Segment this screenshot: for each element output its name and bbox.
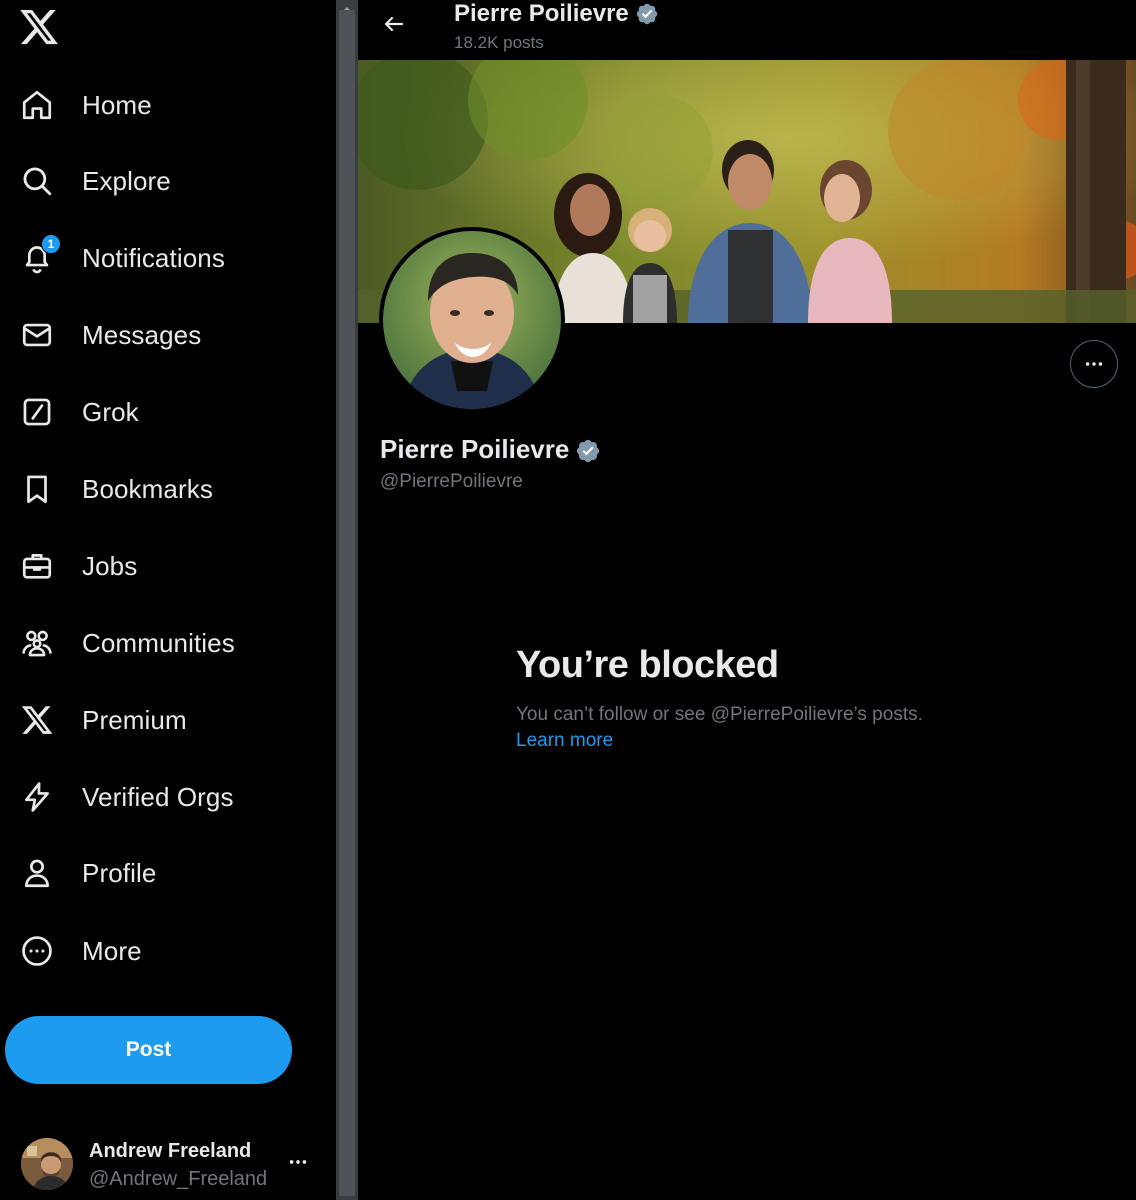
notification-count-badge: 1 [41, 234, 61, 254]
account-name: Andrew Freeland [89, 1140, 252, 1162]
sidebar-item-label: Notifications [82, 242, 225, 273]
header-post-count: 18.2K posts [454, 33, 544, 52]
sidebar-item-verified-orgs[interactable]: Verified Orgs [0, 767, 320, 827]
account-handle: @Andrew_Freeland [89, 1168, 268, 1190]
profile-display-name: Pierre Poilievre [380, 434, 600, 465]
profile-main: Pierre Poilievre 18.2K posts Pierre Poil… [358, 0, 1136, 1200]
person-icon [18, 854, 56, 892]
sidebar-item-premium[interactable]: Premium [0, 690, 320, 750]
sidebar-item-home[interactable]: Home [0, 75, 320, 135]
communities-icon [18, 624, 56, 662]
sidebar-item-label: Bookmarks [82, 473, 213, 504]
sidebar: Home Explore Notifications 1 Messages Gr… [0, 0, 336, 1200]
scroll-up-arrow-icon[interactable] [340, 0, 354, 12]
avatar [21, 1138, 73, 1190]
profile-avatar[interactable] [379, 227, 565, 413]
sidebar-item-label: Explore [82, 165, 171, 196]
ellipsis-icon [1083, 353, 1105, 375]
sidebar-item-messages[interactable]: Messages [0, 305, 320, 365]
profile-name-text: Pierre Poilievre [380, 434, 570, 464]
sidebar-item-communities[interactable]: Communities [0, 613, 320, 673]
account-switcher[interactable]: Andrew Freeland @Andrew_Freeland [0, 1130, 336, 1200]
lightning-icon [18, 778, 56, 816]
ellipsis-icon[interactable] [284, 1148, 312, 1176]
x-premium-icon [18, 701, 56, 739]
blocked-title: You’re blocked [516, 644, 779, 686]
briefcase-icon [18, 547, 56, 585]
sidebar-item-label: Messages [82, 319, 202, 350]
post-button[interactable]: Post [5, 1016, 292, 1084]
sidebar-item-profile[interactable]: Profile [0, 843, 320, 903]
profile-header: Pierre Poilievre 18.2K posts [358, 0, 1136, 60]
bookmark-icon [18, 470, 56, 508]
sidebar-item-label: Home [82, 89, 152, 120]
search-icon [18, 162, 56, 200]
sidebar-item-label: Grok [82, 396, 139, 427]
header-name-text: Pierre Poilievre [454, 0, 629, 27]
verified-badge-icon[interactable] [575, 438, 600, 462]
scrollbar[interactable] [336, 0, 358, 1200]
x-logo-icon[interactable] [18, 6, 60, 48]
envelope-icon [18, 316, 56, 354]
verified-badge-icon [635, 2, 659, 26]
sidebar-item-jobs[interactable]: Jobs [0, 536, 320, 596]
sidebar-item-label: Profile [82, 857, 157, 888]
sidebar-item-bookmarks[interactable]: Bookmarks [0, 459, 320, 519]
header-title: Pierre Poilievre [454, 0, 659, 28]
sidebar-item-label: Communities [82, 627, 235, 658]
sidebar-item-label: Premium [82, 704, 187, 735]
scrollbar-thumb[interactable] [339, 10, 355, 1196]
grok-icon [18, 393, 56, 431]
sidebar-item-label: Verified Orgs [82, 781, 234, 812]
profile-more-button[interactable] [1070, 340, 1118, 388]
learn-more-link[interactable]: Learn more [516, 730, 613, 752]
sidebar-item-label: More [82, 935, 142, 966]
sidebar-item-explore[interactable]: Explore [0, 151, 320, 211]
profile-handle: @PierrePoilievre [380, 471, 523, 492]
sidebar-item-label: Jobs [82, 550, 138, 581]
home-icon [18, 86, 56, 124]
sidebar-item-grok[interactable]: Grok [0, 382, 320, 442]
arrow-left-icon[interactable] [378, 8, 410, 40]
blocked-message: You can’t follow or see @PierrePoilievre… [516, 704, 923, 725]
sidebar-item-more[interactable]: More [0, 921, 320, 981]
more-circle-icon [18, 932, 56, 970]
